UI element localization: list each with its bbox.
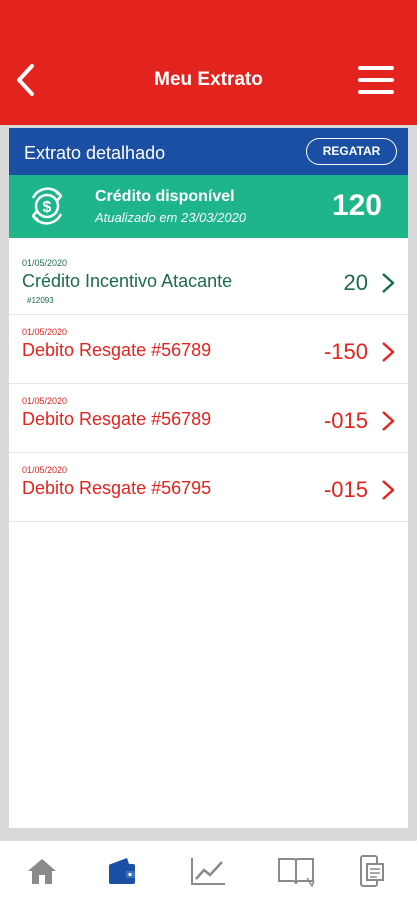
chevron-right-icon [382,273,395,293]
book-icon [278,858,315,888]
card-header: Extrato detalhado REGATAR [9,128,408,175]
menu-button[interactable] [358,66,394,100]
nav-home[interactable] [22,853,62,889]
transaction-value: -015 [323,408,368,433]
wallet-icon [109,858,135,884]
dollar-refresh-icon: $ [31,187,63,225]
credit-label: Crédito disponível [95,188,235,205]
transaction-date: 01/05/2020 [22,327,68,337]
transaction-value: -150 [323,339,368,364]
transaction-row[interactable]: 01/05/2020 Crédito Incentivo Atacante #1… [9,246,408,315]
home-icon [28,859,56,884]
card-title: Extrato detalhado [24,143,166,163]
credit-value: 120 [331,189,382,222]
regatar-button[interactable]: REGATAR [306,138,397,165]
transaction-date: 01/05/2020 [22,396,68,406]
nav-wallet[interactable] [102,853,142,889]
chevron-right-icon [382,342,395,362]
transaction-title: Crédito Incentivo Atacante [22,271,233,291]
chart-line-icon [191,858,225,885]
transaction-value: -015 [323,477,368,502]
nav-book[interactable] [276,853,316,889]
chevron-right-icon [382,480,395,500]
transaction-title: Debito Resgate #56795 [22,478,212,498]
transaction-row[interactable]: 01/05/2020 Debito Resgate #56795 -015 [9,453,408,522]
page-title: Meu Extrato [154,69,263,90]
transaction-id: #12093 [27,296,54,305]
transaction-date: 01/05/2020 [22,465,68,475]
nav-chart[interactable] [188,853,228,889]
available-credit-bar: $ Crédito disponível Atualizado em 23/03… [9,175,408,238]
transaction-row[interactable]: 01/05/2020 Debito Resgate #56789 -015 [9,384,408,453]
svg-text:$: $ [43,199,52,216]
hamburger-menu-icon [358,66,394,94]
transaction-title: Debito Resgate #56789 [22,340,212,360]
app-header: Meu Extrato [0,0,417,125]
transaction-value: 20 [343,270,368,295]
transaction-row[interactable]: 01/05/2020 Debito Resgate #56789 -150 [9,315,408,384]
transaction-date: 01/05/2020 [22,258,68,268]
bottom-nav [0,840,417,900]
statement-card: Extrato detalhado REGATAR $ Crédito disp… [9,128,408,828]
chevron-right-icon [382,411,395,431]
nav-phone-receipt[interactable] [350,853,390,889]
phone-receipt-icon [360,855,384,887]
transaction-title: Debito Resgate #56789 [22,409,212,429]
credit-updated-date: Atualizado em 23/03/2020 [95,210,247,225]
